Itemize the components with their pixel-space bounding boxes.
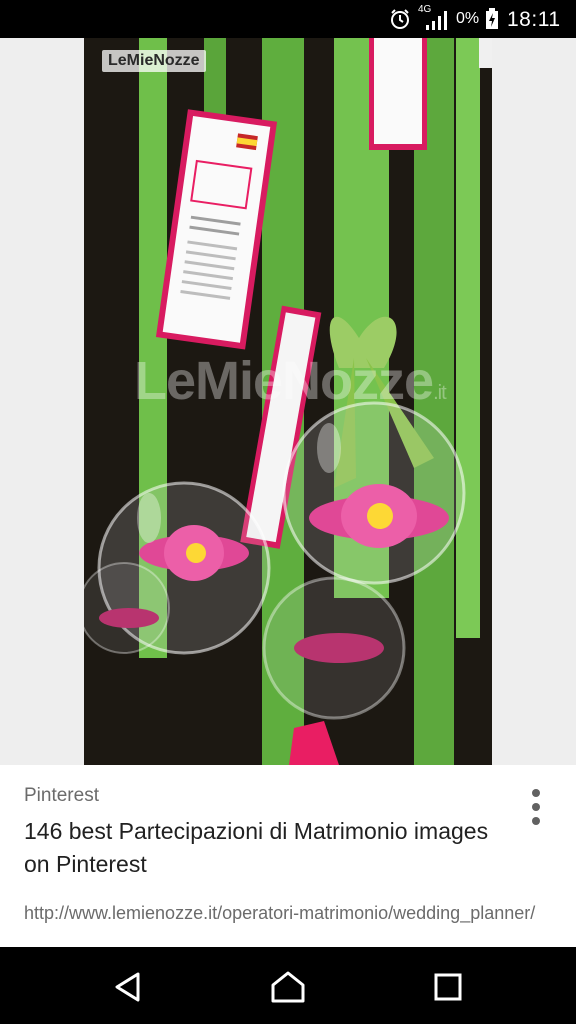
home-icon[interactable] bbox=[268, 967, 308, 1007]
result-source[interactable]: Pinterest bbox=[24, 785, 99, 807]
more-dot bbox=[532, 789, 540, 797]
watermark-logo: LeMieNozze bbox=[102, 50, 206, 72]
image-viewer[interactable]: LeMieNozze LeMieNozze.it bbox=[0, 38, 576, 765]
result-title[interactable]: 146 best Partecipazioni di Matrimonio im… bbox=[24, 815, 504, 881]
result-image[interactable]: LeMieNozze LeMieNozze.it bbox=[84, 38, 492, 765]
back-icon[interactable] bbox=[108, 967, 148, 1007]
result-info-card: Pinterest 146 best Partecipazioni di Mat… bbox=[0, 765, 576, 947]
more-options-button[interactable] bbox=[522, 787, 550, 827]
navigation-bar bbox=[0, 947, 576, 1024]
alarm-clock-icon bbox=[391, 9, 409, 29]
watermark-center: LeMieNozze.it bbox=[134, 351, 447, 411]
status-bar: 4G 0% 18:11 bbox=[0, 0, 576, 38]
battery-percent: 0% bbox=[456, 10, 480, 27]
result-url[interactable]: http://www.lemienozze.it/operatori-matri… bbox=[24, 900, 544, 926]
more-dot bbox=[532, 817, 540, 825]
recents-icon[interactable] bbox=[428, 967, 468, 1007]
battery-charging-icon bbox=[486, 8, 498, 29]
clock-time: 18:11 bbox=[507, 8, 561, 31]
signal-icon bbox=[426, 11, 447, 30]
more-dot bbox=[532, 803, 540, 811]
